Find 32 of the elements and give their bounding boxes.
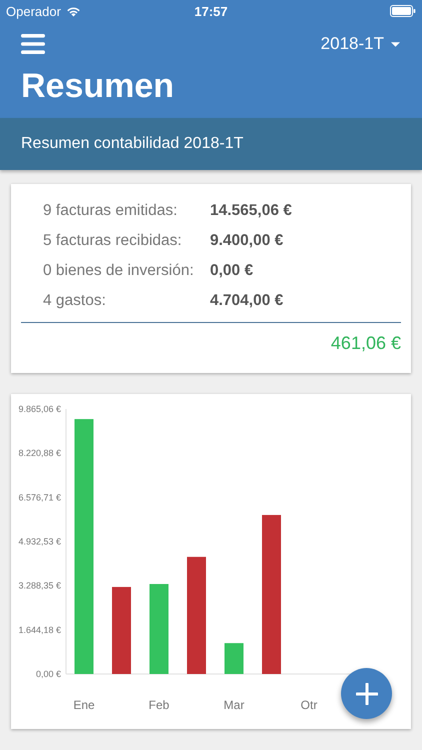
add-button[interactable]: [341, 668, 392, 719]
y-tick-label: 0,00 €: [36, 669, 61, 679]
carrier-name: Operador: [6, 4, 61, 18]
summary-label: 5 facturas recibidas:: [43, 232, 183, 250]
subheader-title: Resumen contabilidad 2018-1T: [21, 135, 244, 153]
y-tick-label: 9.865,06 €: [18, 404, 61, 414]
menu-icon[interactable]: [21, 34, 45, 54]
plus-icon: [356, 682, 378, 704]
summary-label: 0 bienes de inversión:: [43, 262, 195, 280]
clock-time: 17:57: [193, 4, 229, 18]
summary-label: 4 gastos:: [43, 292, 107, 310]
summary-amount: 9.400,00 €: [210, 232, 284, 250]
summary-amount: 14.565,06 €: [210, 202, 292, 220]
summary-amount: 0,00 €: [210, 262, 254, 280]
bar: [224, 643, 244, 674]
summary-amount: 4.704,00 €: [210, 292, 284, 310]
y-tick-label: 3.288,35 €: [18, 580, 61, 591]
summary-label: 9 facturas emitidas:: [43, 202, 178, 220]
x-category-label: Feb: [148, 698, 170, 712]
caret-icon: [391, 42, 400, 46]
x-category-label: Otr: [300, 698, 318, 712]
period-dropdown[interactable]: 2018-1T: [320, 34, 400, 54]
x-category-label: Mar: [224, 698, 244, 712]
total-amount: 461,06 €: [330, 333, 401, 353]
x-category-label: Ene: [73, 698, 95, 712]
wifi-icon: [66, 6, 81, 16]
page-title: Resumen: [21, 66, 176, 107]
y-tick-label: 8.220,88 €: [18, 448, 61, 458]
y-tick-label: 6.576,71 €: [18, 492, 61, 502]
y-tick-label: 4.932,53 €: [18, 536, 61, 546]
battery-icon: [390, 5, 416, 17]
y-tick-label: 1.644,18 €: [18, 624, 61, 635]
